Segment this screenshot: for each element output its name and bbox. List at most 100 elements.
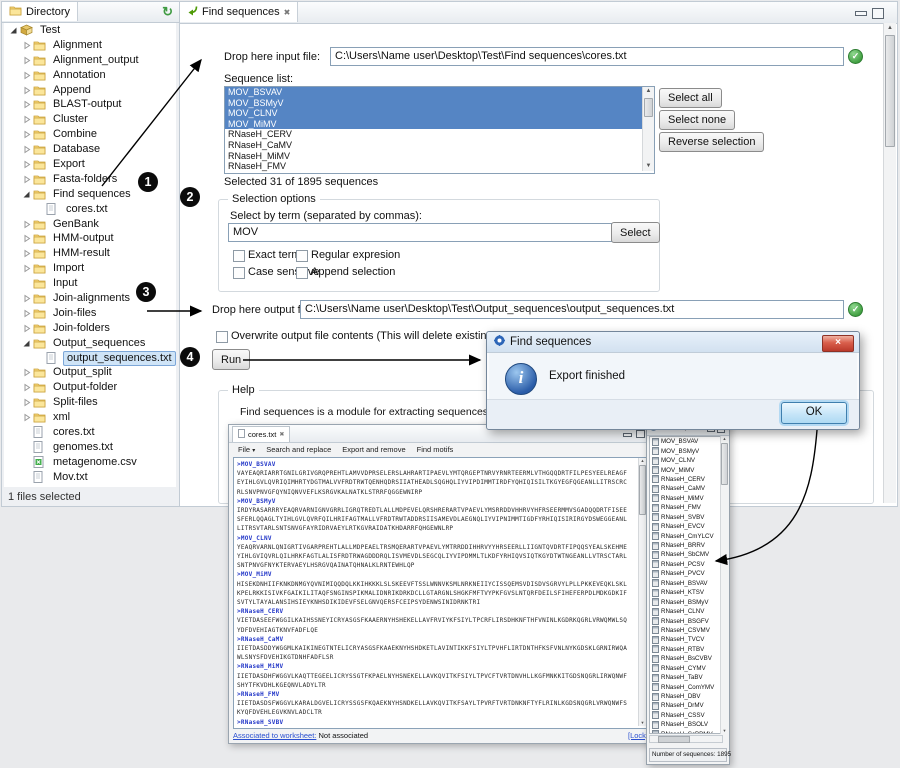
fasta-list-item-rnaseh-bscvbv[interactable]: RNaseH_BsCVBV xyxy=(650,654,720,663)
tree-item-metagenome-csv[interactable]: metagenome.csv xyxy=(4,455,176,470)
tree-expander-icon[interactable] xyxy=(20,41,33,50)
sequence-listbox[interactable]: MOV_BSVAVMOV_BSMyVMOV_CLNVMOV_MiMVRNaseH… xyxy=(224,86,655,174)
tree-item-output-split[interactable]: Output_split xyxy=(4,365,176,380)
scroll-up-icon[interactable]: ▲ xyxy=(884,24,896,33)
run-button[interactable]: Run xyxy=(212,349,250,370)
tree-item-genomes-txt[interactable]: genomes.txt xyxy=(4,440,176,455)
sequence-list-item-rnaseh-fmv[interactable]: RNaseH_FMV xyxy=(225,161,654,172)
scroll-down-icon[interactable]: ▼ xyxy=(639,720,646,726)
editor-scrollbar-thumb[interactable] xyxy=(885,35,895,147)
tree-item-append[interactable]: Append xyxy=(4,83,176,98)
associated-worksheet-link[interactable]: Associated to worksheet: xyxy=(233,731,316,740)
scroll-up-icon[interactable]: ▲ xyxy=(639,458,646,464)
close-tab-icon[interactable]: ✖ xyxy=(284,8,291,17)
lock-link[interactable]: [Lock] xyxy=(628,731,648,740)
tree-item-blast-output[interactable]: BLAST-output xyxy=(4,97,176,112)
tree-item-output-sequences-txt[interactable]: output_sequences.txt xyxy=(4,351,176,366)
fasta-list-item-rnaseh-bsolv[interactable]: RNaseH_BSOLV xyxy=(650,720,720,729)
scroll-down-icon[interactable]: ▼ xyxy=(643,162,654,171)
tree-item-cluster[interactable]: Cluster xyxy=(4,112,176,127)
fasta-list-item-rnaseh-evcv[interactable]: RNaseH_EVCV xyxy=(650,522,720,531)
sequence-list-item-mov-clnv[interactable]: MOV_CLNV xyxy=(225,108,654,119)
fasta-list-item-rnaseh-clnv[interactable]: RNaseH_CLNV xyxy=(650,607,720,616)
scroll-up-icon[interactable]: ▲ xyxy=(643,87,654,96)
fasta-list-item-rnaseh-csvmv[interactable]: RNaseH_CSVMV xyxy=(650,626,720,635)
fasta-list-item-rnaseh-pvcv[interactable]: RNaseH_PVCV xyxy=(650,569,720,578)
tree-expander-icon[interactable] xyxy=(20,324,33,333)
tree-item-join-folders[interactable]: Join-folders xyxy=(4,321,176,336)
tree-expander-icon[interactable] xyxy=(20,190,33,199)
tree-expander-icon[interactable] xyxy=(20,175,33,184)
tree-item-genbank[interactable]: GenBank xyxy=(4,217,176,232)
fasta-list-item-rnaseh-tabv[interactable]: RNaseH_TaBV xyxy=(650,673,720,682)
fasta-list-item-mov-mimv[interactable]: MOV_MiMV xyxy=(650,465,720,474)
refresh-icon[interactable]: ↻ xyxy=(162,4,173,20)
term-input[interactable]: MOV xyxy=(228,223,612,242)
sequence-list-item-rnaseh-mimv[interactable]: RNaseH_MiMV xyxy=(225,151,654,162)
tree-item-annotation[interactable]: Annotation xyxy=(4,68,176,83)
fasta-list[interactable]: MOV_BSVAVMOV_BSMyVMOV_CLNVMOV_MiMV RNaseH… xyxy=(649,436,721,734)
fasta-list-item-rnaseh-fmv[interactable]: RNaseH_FMV xyxy=(650,503,720,512)
tree-expander-icon[interactable] xyxy=(20,294,33,303)
menu-file[interactable]: File ▾ xyxy=(238,445,255,454)
tree-item-test[interactable]: Test xyxy=(4,23,176,38)
sequence-list-item-mov-bsvav[interactable]: MOV_BSVAV xyxy=(225,87,654,98)
tree-item-alignment-output[interactable]: Alignment_output xyxy=(4,53,176,68)
tree-expander-icon[interactable] xyxy=(20,249,33,258)
menu-find-motifs[interactable]: Find motifs xyxy=(417,445,454,454)
menu-search-and-replace[interactable]: Search and replace xyxy=(266,445,331,454)
fasta-list-item-rnaseh-mimv[interactable]: RNaseH_MiMV xyxy=(650,494,720,503)
minimize-view-icon[interactable] xyxy=(623,433,632,437)
fasta-list-item-rnaseh-scbbmv[interactable]: RNaseH_ScBBMV xyxy=(650,730,720,734)
tree-item-import[interactable]: Import xyxy=(4,261,176,276)
fasta-list-item-rnaseh-svbv[interactable]: RNaseH_SVBV xyxy=(650,513,720,522)
tab-directory[interactable]: Directory xyxy=(2,2,78,21)
tree-expander-icon[interactable] xyxy=(20,264,33,273)
tree-item-alignment[interactable]: Alignment xyxy=(4,38,176,53)
fasta-list-item-mov-clnv[interactable]: MOV_CLNV xyxy=(650,456,720,465)
fasta-hscrollbar[interactable] xyxy=(649,735,723,743)
sequence-list-item-rnaseh-cerv[interactable]: RNaseH_CERV xyxy=(225,129,654,140)
case-sensitive-checkbox[interactable] xyxy=(233,267,245,279)
tree-expander-icon[interactable] xyxy=(20,339,33,348)
minimize-view-icon[interactable] xyxy=(855,11,867,16)
fasta-scrollbar[interactable]: ▲ ▼ xyxy=(720,436,728,734)
fasta-list-item-rnaseh-cymv[interactable]: RNaseH_CYMV xyxy=(650,664,720,673)
fasta-list-item-rnaseh-sbcmv[interactable]: RNaseH_SbCMV xyxy=(650,550,720,559)
dialog-titlebar[interactable]: Find sequences xyxy=(487,332,859,353)
tree-item-hmm-result[interactable]: HMM-result xyxy=(4,246,176,261)
sequence-list-item-rnaseh-camv[interactable]: RNaseH_CaMV xyxy=(225,140,654,151)
fasta-list-item-rnaseh-cmylcv[interactable]: RNaseH_CmYLCV xyxy=(650,531,720,540)
fasta-list-item-rnaseh-bsvav[interactable]: RNaseH_BSVAV xyxy=(650,579,720,588)
tree-item-xml[interactable]: xml xyxy=(4,410,176,425)
scroll-down-icon[interactable]: ▼ xyxy=(721,728,728,734)
tree-expander-icon[interactable] xyxy=(20,220,33,229)
cores-scrollbar-thumb[interactable] xyxy=(639,465,646,515)
fasta-list-item-rnaseh-drmv[interactable]: RNaseH_DrMV xyxy=(650,701,720,710)
fasta-list-item-mov-bsvav[interactable]: MOV_BSVAV xyxy=(650,437,720,446)
sequence-list-item-mov-bsmyv[interactable]: MOV_BSMyV xyxy=(225,98,654,109)
sequence-list-scrollbar[interactable]: ▲ ▼ xyxy=(642,87,654,171)
scroll-up-icon[interactable]: ▲ xyxy=(721,436,728,442)
cores-text-area[interactable]: >MOV_BSVAVVAYEAQRIARRTGNILGRIVGRQPREHTLA… xyxy=(233,457,647,729)
output-file-field[interactable]: C:\Users\Name user\Desktop\Test\Output_s… xyxy=(300,300,844,319)
tree-item-split-files[interactable]: Split-files xyxy=(4,395,176,410)
tree-item-hmm-output[interactable]: HMM-output xyxy=(4,231,176,246)
fasta-list-item-rnaseh-cssv[interactable]: RNaseH_CSSV xyxy=(650,711,720,720)
select-none-button[interactable]: Select none xyxy=(659,110,735,130)
fasta-list-item-rnaseh-brrv[interactable]: RNaseH_BRRV xyxy=(650,541,720,550)
tree-item-cores-txt[interactable]: cores.txt xyxy=(4,202,176,217)
maximize-view-icon[interactable] xyxy=(636,430,645,438)
tree-expander-icon[interactable] xyxy=(7,26,20,35)
cores-scrollbar[interactable]: ▲ ▼ xyxy=(638,458,646,726)
exact-term-checkbox[interactable] xyxy=(233,250,245,262)
tree-expander-icon[interactable] xyxy=(20,383,33,392)
ok-button[interactable]: OK xyxy=(781,402,847,424)
fasta-list-item-rnaseh-camv[interactable]: RNaseH_CaMV xyxy=(650,484,720,493)
tree-item-export[interactable]: Export xyxy=(4,157,176,172)
tree-item-combine[interactable]: Combine xyxy=(4,127,176,142)
tree-expander-icon[interactable] xyxy=(20,100,33,109)
tree-item-mov-txt[interactable]: Mov.txt xyxy=(4,470,176,485)
fasta-list-item-mov-bsmyv[interactable]: MOV_BSMyV xyxy=(650,446,720,455)
tree-expander-icon[interactable] xyxy=(20,130,33,139)
